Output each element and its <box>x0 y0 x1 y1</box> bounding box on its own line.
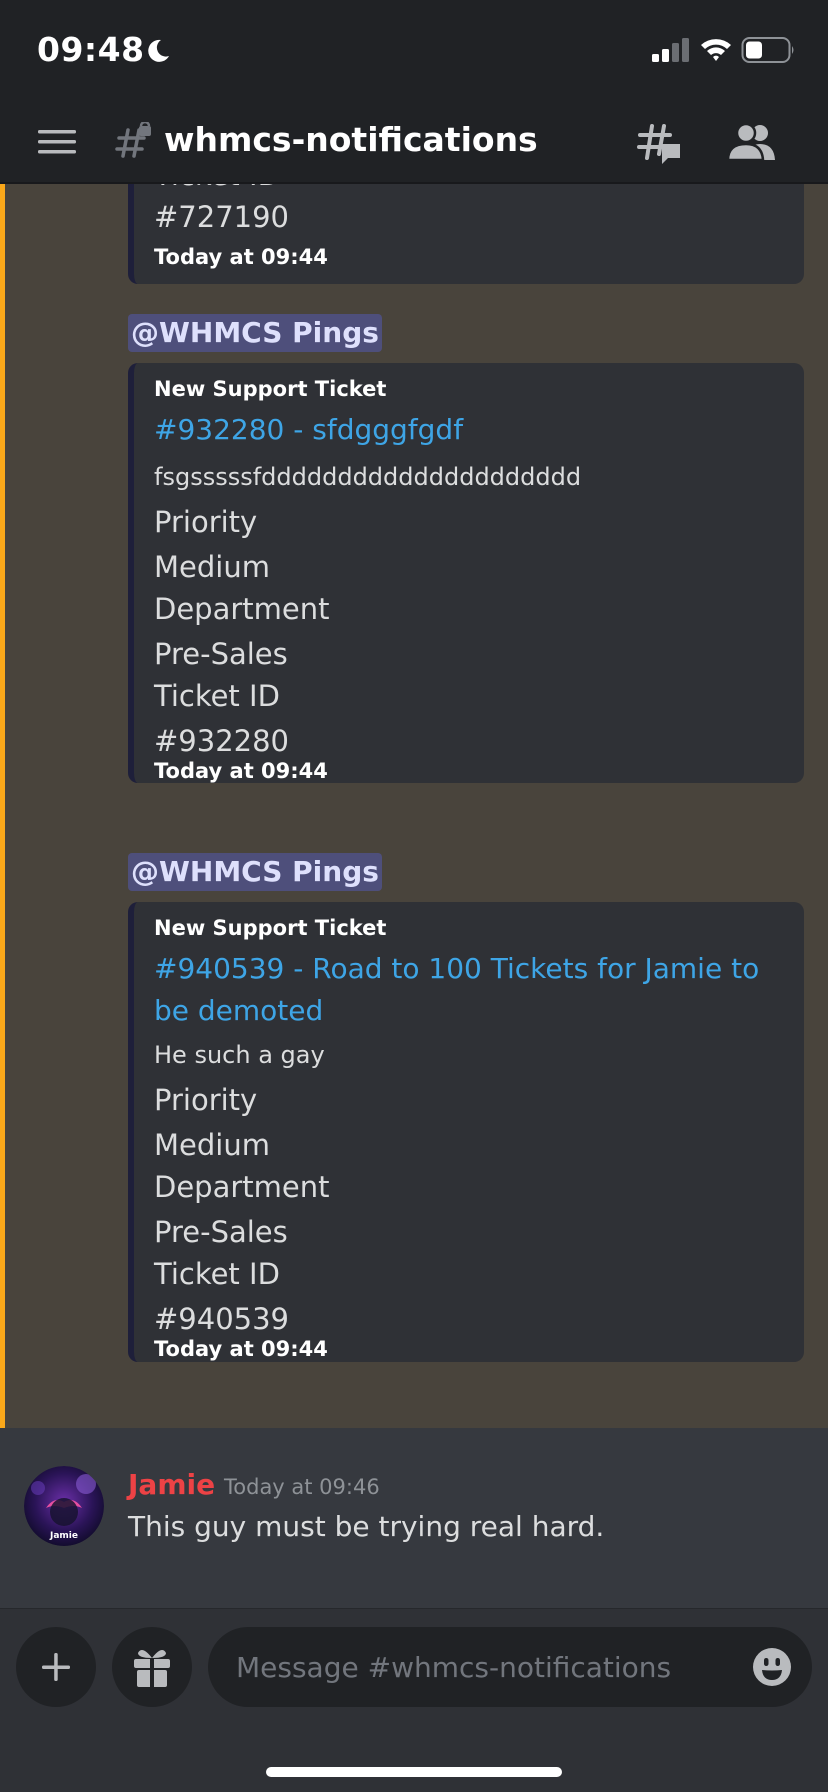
plus-icon <box>42 1653 70 1681</box>
message-text: This guy must be trying real hard. <box>128 1510 605 1543</box>
message-input[interactable] <box>236 1627 736 1707</box>
embed-field-value: #932280 <box>154 724 290 758</box>
hamburger-menu-icon[interactable] <box>38 126 76 158</box>
role-mention[interactable]: @WHMCS Pings <box>128 853 382 891</box>
add-attachment-button[interactable] <box>16 1627 96 1707</box>
embed-ticket-940539: New Support Ticket #940539 - Road to 100… <box>128 902 804 1362</box>
message-input-container[interactable] <box>208 1627 812 1707</box>
channel-title[interactable]: whmcs-notifications <box>164 120 538 159</box>
moon-icon <box>148 39 169 62</box>
embed-field-name: Priority <box>154 505 258 539</box>
embed-field-value: Pre-Sales <box>154 637 288 671</box>
embed-field-name: Priority <box>154 1083 258 1117</box>
locked-hash-icon <box>115 122 151 158</box>
emoji-icon[interactable] <box>752 1647 792 1687</box>
threads-icon[interactable] <box>636 120 682 166</box>
embed-field-value: Medium <box>154 1128 270 1162</box>
embed-ticket-932280: New Support Ticket #932280 - sfdgggfgdf … <box>128 363 804 783</box>
avatar-text: Jamie <box>49 1531 78 1541</box>
embed-author: New Support Ticket <box>154 916 387 940</box>
channel-header: whmcs-notifications <box>0 100 828 184</box>
wifi-icon <box>701 39 731 61</box>
message-list[interactable]: Ticket ID #727190 Today at 09:44 @WHMCS … <box>0 184 828 1428</box>
embed-description: He such a gay <box>154 1041 325 1069</box>
chat-message[interactable]: Jamie Jamie Today at 09:46 This guy must… <box>0 1428 828 1608</box>
battery-icon <box>741 37 794 63</box>
embed-title-link[interactable]: #940539 - Road to 100 Tickets for Jamie … <box>154 948 784 1032</box>
embed-author: New Support Ticket <box>154 377 387 401</box>
embed-field-name: Department <box>154 592 330 626</box>
embed-field-name: Ticket ID <box>154 679 280 713</box>
embed-description: fsgsssssfddddddddddddddddddddd <box>154 463 582 491</box>
embed-field-name: Ticket ID <box>154 184 280 192</box>
embed-field-value: #940539 <box>154 1302 290 1336</box>
embed-field-value: Pre-Sales <box>154 1215 288 1249</box>
message-author[interactable]: Jamie <box>128 1468 215 1501</box>
avatar[interactable]: Jamie <box>24 1466 104 1546</box>
embed-field-value: Medium <box>154 550 270 584</box>
status-bar: 09:48 <box>0 0 828 100</box>
mention-highlight-bar <box>0 184 5 1428</box>
cellular-signal-icon <box>652 38 689 62</box>
embed-footer: Today at 09:44 <box>154 1337 328 1361</box>
gift-icon <box>134 1649 170 1687</box>
home-indicator <box>266 1767 562 1777</box>
embed-footer: Today at 09:44 <box>154 759 328 783</box>
gift-nitro-button[interactable] <box>112 1627 192 1707</box>
status-time: 09:48 <box>37 30 145 69</box>
embed-field-name: Department <box>154 1170 330 1204</box>
embed-top: Ticket ID #727190 Today at 09:44 <box>128 184 804 284</box>
members-icon[interactable] <box>726 122 776 162</box>
embed-field-name: Ticket ID <box>154 1257 280 1291</box>
embed-footer: Today at 09:44 <box>154 245 328 269</box>
embed-title-link[interactable]: #932280 - sfdgggfgdf <box>154 409 784 451</box>
message-composer <box>0 1608 828 1792</box>
message-timestamp: Today at 09:46 <box>224 1475 380 1499</box>
role-mention[interactable]: @WHMCS Pings <box>128 314 382 352</box>
embed-field-value: #727190 <box>154 200 290 234</box>
